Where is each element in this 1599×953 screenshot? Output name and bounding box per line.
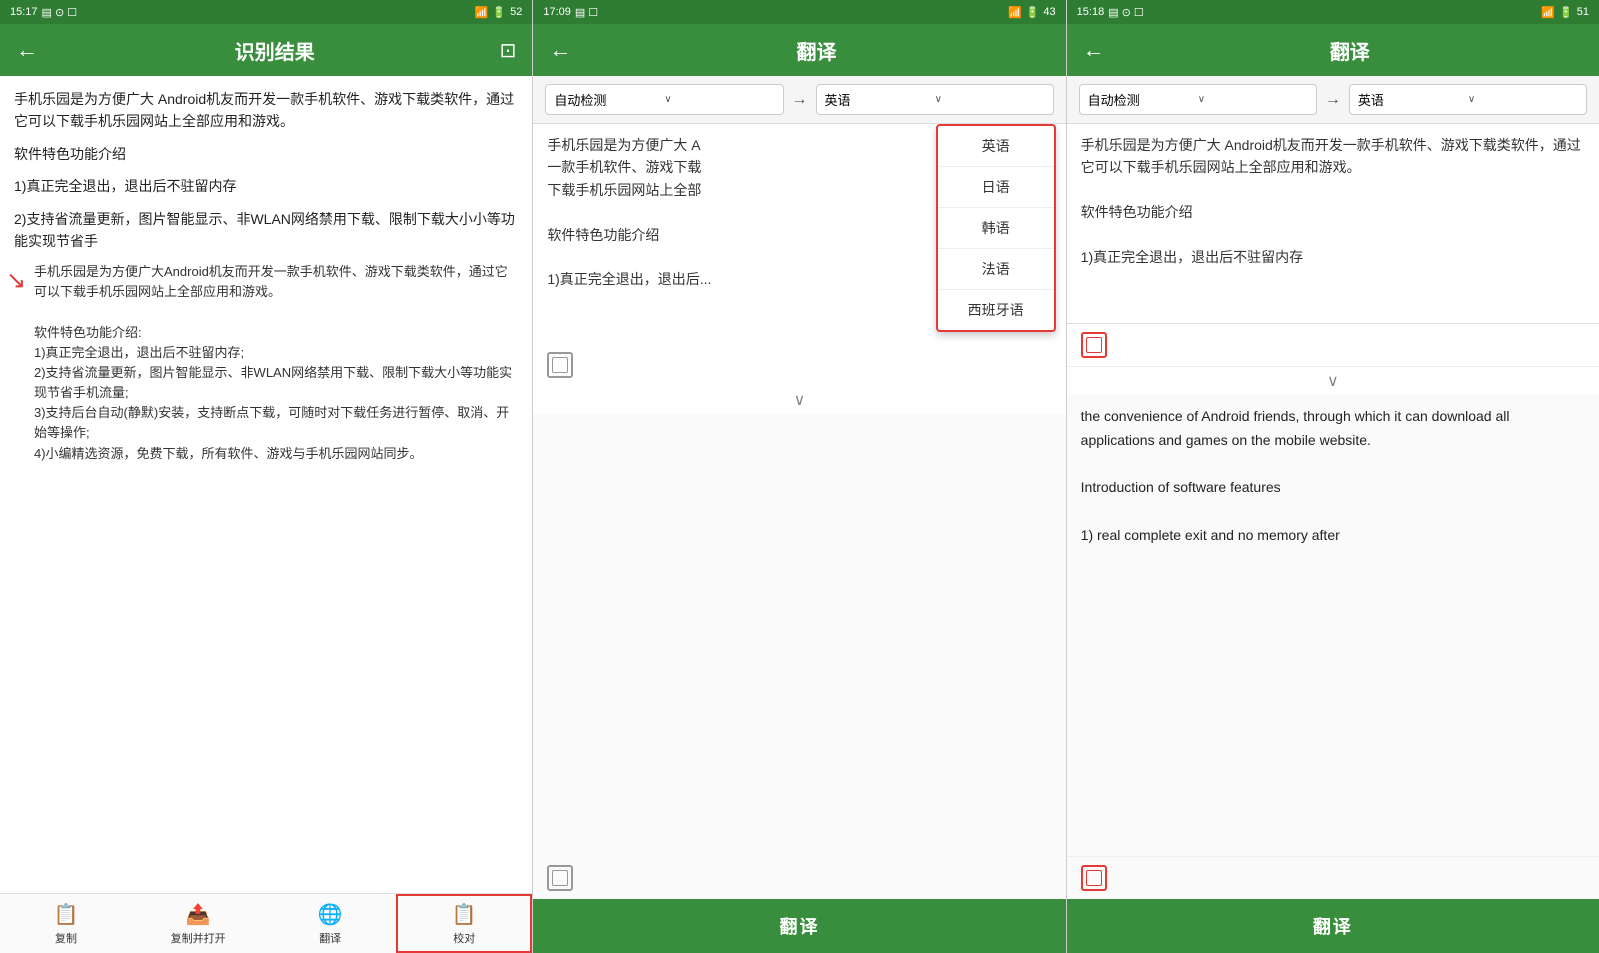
- status-bar-1: 15:17 ▤ ⊙ ☐ 📶 🔋 52: [0, 0, 532, 24]
- copy-icon-area-3: [1067, 324, 1599, 367]
- header-1: ← 识别结果 ⊡: [0, 24, 532, 76]
- status-icons-1: 📶 🔋 52: [475, 6, 523, 19]
- copy-open-button[interactable]: 📤 复制并打开: [132, 894, 264, 953]
- app-container: 15:17 ▤ ⊙ ☐ 📶 🔋 52 ← 识别结果 ⊡ 手机乐园是为方便广大 A…: [0, 0, 1599, 953]
- source-lang-label-2: 自动检测: [554, 90, 664, 109]
- source-lang-label-3: 自动检测: [1088, 90, 1198, 109]
- header-2: ← 翻译: [533, 24, 1065, 76]
- content-para-2: 软件特色功能介绍: [14, 143, 518, 165]
- source-lang-arrow-3: ∨: [1198, 94, 1308, 105]
- proofread-label: 校对: [453, 930, 475, 946]
- copy-icon-area-bottom-2: [533, 857, 1065, 899]
- scan-icon[interactable]: ⊡: [500, 38, 517, 63]
- content-para-3: 1)真正完全退出，退出后不驻留内存: [14, 175, 518, 197]
- output-para-2: Introduction of software features: [1081, 476, 1585, 500]
- translate-label-toolbar: 翻译: [319, 930, 341, 946]
- input-section-3[interactable]: 手机乐园是为方便广大 Android机友而开发一款手机软件、游戏下载类软件，通过…: [1067, 124, 1599, 324]
- lang-option-korean[interactable]: 韩语: [938, 208, 1054, 249]
- screen1: 15:17 ▤ ⊙ ☐ 📶 🔋 52 ← 识别结果 ⊡ 手机乐园是为方便广大 A…: [0, 0, 533, 953]
- source-lang-arrow-2: ∨: [664, 94, 774, 105]
- translate-action-button-2[interactable]: 翻译: [533, 899, 1065, 953]
- back-button-2[interactable]: ←: [549, 37, 571, 63]
- status-time-1: 15:17 ▤ ⊙ ☐: [10, 6, 77, 19]
- share-icon: 📤: [186, 902, 211, 927]
- source-lang-select-3[interactable]: 自动检测 ∨: [1079, 84, 1317, 115]
- source-lang-select-2[interactable]: 自动检测 ∨: [545, 84, 783, 115]
- chevron-down-3: ∨: [1067, 367, 1599, 395]
- target-lang-label-2: 英语: [825, 90, 935, 109]
- translate-controls-3: 自动检测 ∨ → 英语 ∨: [1067, 76, 1599, 124]
- input-text-2: 手机乐园是为方便广大 A一款手机软件、游戏下载下载手机乐园网站上全部软件特色功能…: [547, 137, 711, 287]
- translate-icon: 🌐: [318, 902, 343, 927]
- target-lang-arrow-3: ∨: [1468, 94, 1578, 105]
- status-icons-2: 📶 🔋 43: [1008, 6, 1056, 19]
- split-content-2: 手机乐园是为方便广大 A一款手机软件、游戏下载下载手机乐园网站上全部软件特色功能…: [533, 124, 1065, 899]
- lang-option-english[interactable]: 英语: [938, 126, 1054, 167]
- copy-button[interactable]: 📋 复制: [0, 894, 132, 953]
- content-area-1: 手机乐园是为方便广大 Android机友而开发一款手机软件、游戏下载类软件，通过…: [0, 76, 532, 893]
- copy-icon-button-3[interactable]: [1081, 332, 1107, 358]
- copy-icon-button-bottom-2[interactable]: [547, 865, 573, 891]
- header-3: ← 翻译: [1067, 24, 1599, 76]
- content-para-4: 2)支持省流量更新，图片智能显示、非WLAN网络禁用下载、限制下载大小小等功能实…: [14, 208, 518, 253]
- lang-direction-arrow-3: →: [1325, 91, 1341, 109]
- copy-icon-button-bottom-3[interactable]: [1081, 865, 1107, 891]
- translate-controls-2: 自动检测 ∨ → 英语 ∨: [533, 76, 1065, 124]
- target-lang-arrow-2: ∨: [935, 94, 1045, 105]
- notification-icons: ▤ ⊙ ☐: [42, 6, 78, 19]
- annotation-text: 手机乐园是为方便广大Android机友而开发一款手机软件、游戏下载类软件，通过它…: [34, 262, 518, 463]
- copy-icon-inner-2: [552, 357, 568, 373]
- page-title-2: 翻译: [583, 36, 1049, 65]
- status-time-2: 17:09 ▤ ☐: [543, 6, 598, 19]
- lang-direction-arrow-2: →: [792, 91, 808, 109]
- output-section-3: the convenience of Android friends, thro…: [1067, 395, 1599, 856]
- back-button-1[interactable]: ←: [16, 37, 38, 63]
- output-para-1: the convenience of Android friends, thro…: [1081, 405, 1585, 453]
- copy-icon-area-2: [533, 344, 1065, 386]
- lang-option-french[interactable]: 法语: [938, 249, 1054, 290]
- screen3: 15:18 ▤ ⊙ ☐ 📶 🔋 51 ← 翻译 自动检测 ∨ → 英语 ∨: [1067, 0, 1599, 953]
- lang-option-spanish[interactable]: 西班牙语: [938, 290, 1054, 330]
- page-title-1: 识别结果: [50, 36, 500, 65]
- content-para-1: 手机乐园是为方便广大 Android机友而开发一款手机软件、游戏下载类软件，通过…: [14, 88, 518, 133]
- copy-icon-button-2[interactable]: [547, 352, 573, 378]
- copy-icon: 📋: [54, 902, 79, 927]
- status-icons-3: 📶 🔋 51: [1541, 6, 1589, 19]
- output-para-3: 1) real complete exit and no memory afte…: [1081, 524, 1585, 548]
- bottom-toolbar: 📋 复制 📤 复制并打开 🌐 翻译 📋 校对: [0, 893, 532, 953]
- chevron-down-2: ∨: [533, 386, 1065, 414]
- target-lang-select-3[interactable]: 英语 ∨: [1349, 84, 1587, 115]
- translate-button-toolbar[interactable]: 🌐 翻译: [264, 894, 396, 953]
- copy-label: 复制: [55, 930, 77, 946]
- proofread-icon: 📋: [452, 902, 477, 927]
- target-lang-select-2[interactable]: 英语 ∨: [816, 84, 1054, 115]
- proofread-button[interactable]: 📋 校对: [396, 894, 532, 953]
- screen2: 17:09 ▤ ☐ 📶 🔋 43 ← 翻译 自动检测 ∨ → 英语 ∨: [533, 0, 1066, 953]
- copy-open-label: 复制并打开: [171, 930, 226, 946]
- red-arrow-icon: ↘: [6, 262, 26, 300]
- status-bar-2: 17:09 ▤ ☐ 📶 🔋 43: [533, 0, 1065, 24]
- language-dropdown: ↓ 英语 日语 韩语 法语 西班牙语: [936, 124, 1056, 332]
- copy-icon-area-bottom-3: [1067, 856, 1599, 899]
- target-lang-label-3: 英语: [1358, 90, 1468, 109]
- lang-option-japanese[interactable]: 日语: [938, 167, 1054, 208]
- status-time-3: 15:18 ▤ ⊙ ☐: [1077, 6, 1144, 19]
- translate-action-button-3[interactable]: 翻译: [1067, 899, 1599, 953]
- page-title-3: 翻译: [1117, 36, 1583, 65]
- status-bar-3: 15:18 ▤ ⊙ ☐ 📶 🔋 51: [1067, 0, 1599, 24]
- input-text-3: 手机乐园是为方便广大 Android机友而开发一款手机软件、游戏下载类软件，通过…: [1081, 137, 1581, 265]
- output-section-2: [533, 414, 1065, 857]
- annotation-block: ↘ 手机乐园是为方便广大Android机友而开发一款手机软件、游戏下载类软件，通…: [14, 262, 518, 463]
- back-button-3[interactable]: ←: [1083, 37, 1105, 63]
